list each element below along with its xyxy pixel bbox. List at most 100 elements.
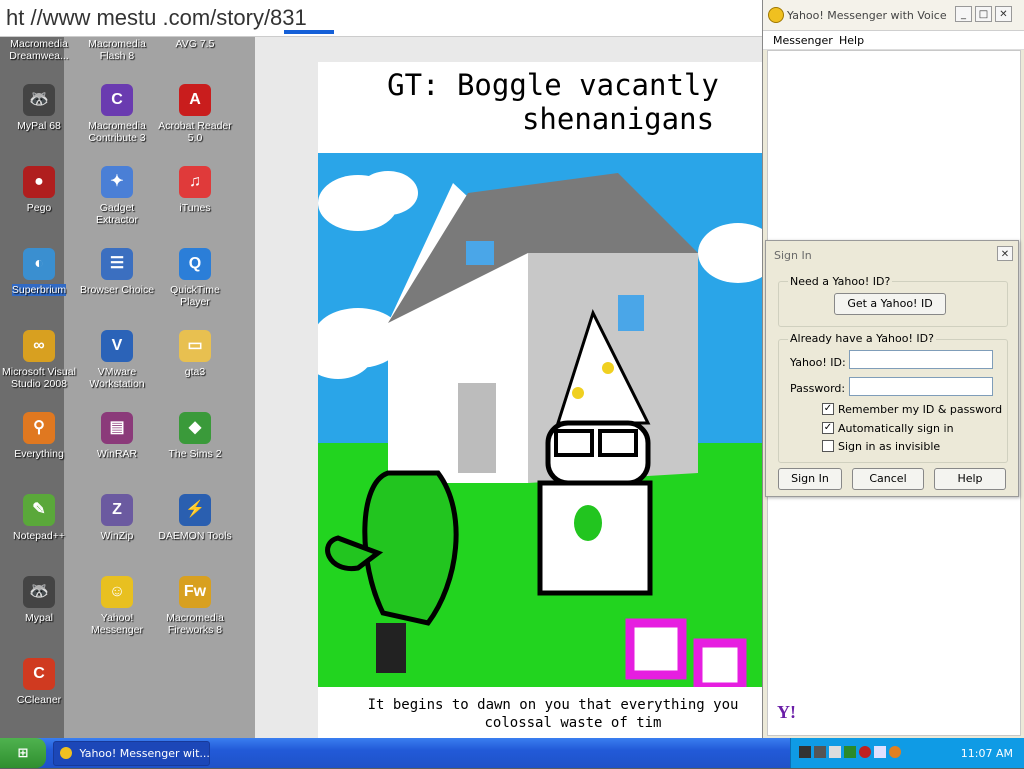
ym-menubar: Messenger Help	[763, 31, 1024, 50]
signin-close-button[interactable]: ✕	[997, 246, 1013, 261]
menu-help[interactable]: Help	[839, 34, 864, 47]
desktop-icon-label: Superbrium	[11, 284, 67, 296]
yahoo-id-field[interactable]	[849, 350, 993, 369]
maximize-button[interactable]: □	[975, 6, 992, 22]
desktop-icon[interactable]: ◐ Superbrium	[0, 248, 78, 296]
taskbar-item-label: Yahoo! Messenger wit...	[79, 747, 210, 760]
raccoon-icon: 🦝	[23, 576, 55, 608]
desktop-icon[interactable]: DwMacromedia Dreamwea...	[0, 38, 78, 62]
desktop-icon[interactable]: ⚲ Everything	[0, 412, 78, 460]
signin-dialog: Sign In ✕ Need a Yahoo! ID? Get a Yahoo!…	[765, 240, 1019, 497]
auto-signin-checkbox[interactable]: ✓	[822, 422, 834, 434]
desktop-icon[interactable]: ✎ Notepad++	[0, 494, 78, 542]
desktop-icon[interactable]: Q QuickTime Player	[156, 248, 234, 308]
desktop-icon[interactable]: C Macromedia Contribute 3	[78, 84, 156, 144]
desktop-icon-label: MyPal 68	[17, 120, 61, 132]
auto-signin-label: Automatically sign in	[838, 422, 954, 435]
desktop-icon-label: QuickTime Player	[170, 284, 220, 308]
desktop-icon[interactable]: ☰ Browser Choice	[78, 248, 156, 296]
desktop-icon[interactable]: A Acrobat Reader 5.0	[156, 84, 234, 144]
desktop-icon-label: Acrobat Reader 5.0	[158, 120, 232, 144]
tray-icon[interactable]	[799, 746, 811, 758]
address-bar[interactable]: ht //www mestu .com/story/831	[0, 0, 765, 37]
desktop-icon-label: WinZip	[100, 530, 134, 542]
desktop-icon[interactable]: V VMware Workstation	[78, 330, 156, 390]
desktop-icon[interactable]: ▭ gta3	[156, 330, 234, 378]
invisible-checkbox[interactable]	[822, 440, 834, 452]
tray-icon[interactable]	[859, 746, 871, 758]
comic-title-line1: GT: Boggle vacantly	[387, 68, 719, 102]
fireworks-icon: Fw	[179, 576, 211, 608]
sims-icon: ◆	[179, 412, 211, 444]
raccoon-icon: 🦝	[23, 84, 55, 116]
close-button[interactable]: ✕	[995, 6, 1012, 22]
have-id-label: Already have a Yahoo! ID?	[788, 332, 936, 345]
desktop-icon-label: Notepad++	[13, 530, 65, 542]
desktop-icon-label: iTunes	[179, 202, 211, 214]
tray-icon[interactable]	[844, 746, 856, 758]
desktop-icon[interactable]: ∞ Microsoft Visual Studio 2008	[0, 330, 78, 390]
desktop-icon-label: VMware Workstation	[89, 366, 145, 390]
desktop-icon[interactable]: ● Pego	[0, 166, 78, 214]
desktop-icon[interactable]: ♫ iTunes	[156, 166, 234, 214]
comic-caption-line2: colossal waste of tim	[484, 715, 662, 731]
desktop-icon-label: AVG 7.5	[175, 38, 215, 50]
cancel-button[interactable]: Cancel	[852, 468, 924, 490]
tray-icon[interactable]	[829, 746, 841, 758]
remember-checkbox[interactable]: ✓	[822, 403, 834, 415]
vmware-icon: V	[101, 330, 133, 362]
comic-title-line2: shenanigans	[521, 102, 715, 136]
yahoo-messenger-icon: ☺	[101, 576, 133, 608]
address-url[interactable]: ht //www mestu .com/story/831	[6, 5, 307, 31]
desktop-icon[interactable]: Fw Macromedia Fireworks 8	[156, 576, 234, 636]
yahoo-id-label: Yahoo! ID:	[790, 356, 846, 369]
signin-title: Sign In	[774, 249, 812, 262]
remember-label: Remember my ID & password	[838, 403, 1003, 416]
menu-messenger[interactable]: Messenger	[773, 34, 833, 47]
notepadpp-icon: ✎	[23, 494, 55, 526]
desktop-icon[interactable]: C CCleaner	[0, 658, 78, 706]
comic-panel	[318, 153, 765, 687]
desktop-icon-label: The Sims 2	[168, 448, 222, 460]
everything-icon: ⚲	[23, 412, 55, 444]
taskbar-item-yahoo-messenger[interactable]: Yahoo! Messenger wit...	[53, 741, 210, 766]
clock[interactable]: 11:07 AM	[961, 747, 1013, 760]
desktop-icon[interactable]: 🦝 Mypal	[0, 576, 78, 624]
desktop-icon-label: CCleaner	[16, 694, 62, 706]
desktop-icon-label: Macromedia Dreamwea...	[9, 38, 69, 62]
desktop-icon[interactable]: ☺ Yahoo! Messenger	[78, 576, 156, 636]
folder-icon: ▭	[179, 330, 211, 362]
visual-studio-icon: ∞	[23, 330, 55, 362]
password-field[interactable]	[849, 377, 993, 396]
desktop-icon[interactable]: ◆ The Sims 2	[156, 412, 234, 460]
acrobat-icon: A	[179, 84, 211, 116]
get-yahoo-id-button[interactable]: Get a Yahoo! ID	[834, 293, 946, 315]
yahoo-logo: Y!	[777, 702, 796, 722]
tray-icons	[799, 746, 901, 758]
tray-icon[interactable]	[889, 746, 901, 758]
desktop-icon-label: Gadget Extractor	[95, 202, 138, 226]
desktop-icon[interactable]: 🦝 MyPal 68	[0, 84, 78, 132]
desktop-icon[interactable]: Z WinZip	[78, 494, 156, 542]
start-button[interactable]: ⊞ start	[0, 738, 46, 768]
tray-icon[interactable]	[814, 746, 826, 758]
desktop-icon-label: Mypal	[24, 612, 53, 624]
tray-icon[interactable]	[874, 746, 886, 758]
ym-titlebar: Yahoo! Messenger with Voice _ □ ✕	[763, 0, 1024, 31]
minimize-button[interactable]: _	[955, 6, 972, 22]
desktop-icon[interactable]: ✦ Gadget Extractor	[78, 166, 156, 226]
desktop-icon-label: Yahoo! Messenger	[91, 612, 143, 636]
desktop-icon[interactable]: ⚡ DAEMON Tools	[156, 494, 234, 542]
comic-caption-line1: It begins to dawn on you that everything…	[367, 697, 739, 713]
signin-button[interactable]: Sign In	[778, 468, 842, 490]
help-button[interactable]: Help	[934, 468, 1006, 490]
desktop-icon[interactable]: fMacromedia Flash 8	[78, 38, 156, 62]
itunes-icon: ♫	[179, 166, 211, 198]
desktop-icon[interactable]: ▤ WinRAR	[78, 412, 156, 460]
quicktime-icon: Q	[179, 248, 211, 280]
desktop-icon[interactable]: AVGAVG 7.5	[156, 38, 234, 50]
desktop-icon-label: Microsoft Visual Studio 2008	[2, 366, 76, 390]
desktop-icon-label: Macromedia Flash 8	[88, 38, 146, 62]
gadget-icon: ✦	[101, 166, 133, 198]
desktop-icon-label: Macromedia Fireworks 8	[166, 612, 224, 636]
